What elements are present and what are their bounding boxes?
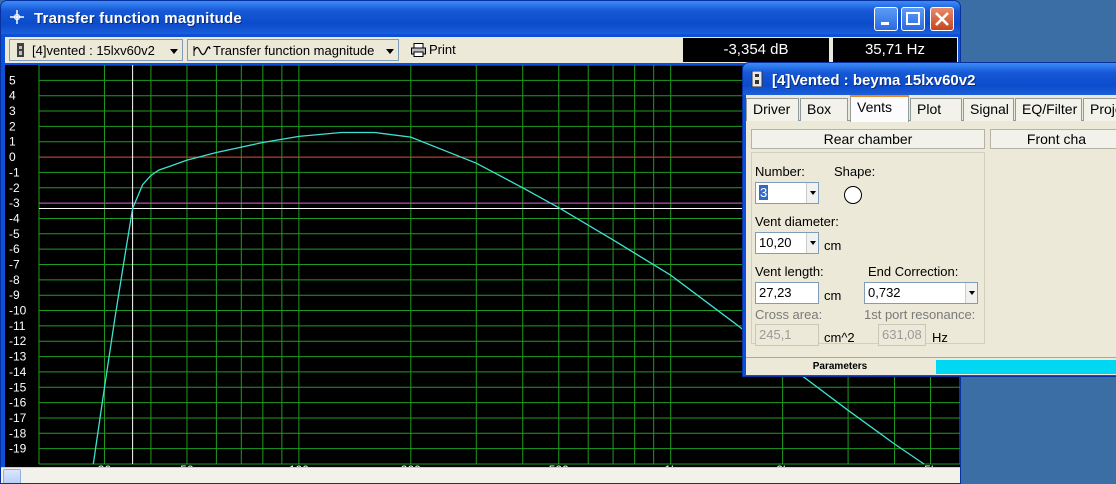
vented-dialog: [4]Vented : beyma 15lxv60v2 Driver Box V… — [742, 62, 1116, 377]
horizontal-scrollbar[interactable] — [1, 467, 960, 483]
y-tick-label: -3 — [9, 196, 20, 210]
tab-vents[interactable]: Vents — [850, 95, 909, 122]
minimize-button[interactable] — [874, 7, 898, 31]
end-correction-label: End Correction: — [868, 264, 959, 279]
speaker-select-value: [4]vented : 15lxv60v2 — [32, 43, 155, 58]
y-tick-label: -15 — [9, 380, 27, 394]
tab-signal[interactable]: Signal — [963, 98, 1014, 121]
tab-plot[interactable]: Plot — [910, 98, 962, 121]
end-correction-value: 0,732 — [868, 285, 901, 300]
chevron-down-icon — [965, 283, 977, 303]
number-select[interactable]: 3 — [755, 182, 819, 204]
dialog-tabs: Driver Box Vents Plot Signal EQ/Filter P… — [746, 95, 1116, 122]
y-tick-label: -4 — [9, 211, 20, 225]
maximize-icon — [906, 12, 920, 25]
cross-area-field: 245,1 — [755, 324, 819, 346]
print-button[interactable]: Print — [409, 39, 469, 61]
y-tick-label: -5 — [9, 227, 20, 241]
dialog-body: Driver Box Vents Plot Signal EQ/Filter P… — [746, 95, 1116, 375]
cross-area-label: Cross area: — [755, 307, 823, 322]
status-label: Parameters — [812, 361, 868, 372]
tab-eq-filter[interactable]: EQ/Filter — [1015, 98, 1082, 121]
y-tick-label: 0 — [9, 150, 16, 164]
port-resonance-field: 631,08 — [878, 324, 926, 346]
toolbar: [4]vented : 15lxv60v2 Transfer function … — [5, 37, 958, 63]
y-tick-label: -10 — [9, 304, 27, 318]
print-label: Print — [429, 42, 456, 57]
hz-readout: 35,71 Hz — [833, 38, 957, 62]
y-tick-label: -14 — [9, 365, 27, 379]
main-window-title: Transfer function magnitude — [34, 10, 242, 27]
end-correction-select[interactable]: 0,732 — [864, 282, 978, 304]
chevron-down-icon — [806, 233, 818, 253]
status-progress-bar — [936, 360, 1116, 374]
minimize-icon — [881, 22, 889, 25]
y-tick-label: 1 — [9, 135, 16, 149]
dialog-status-bar: Parameters — [746, 357, 1116, 375]
vent-length-unit: cm — [824, 288, 842, 303]
y-tick-label: -18 — [9, 426, 27, 440]
chevron-down-icon — [166, 42, 182, 60]
speaker-icon — [17, 43, 24, 57]
rear-chamber-header[interactable]: Rear chamber — [751, 129, 985, 149]
dialog-title: [4]Vented : beyma 15lxv60v2 — [772, 72, 976, 89]
scroll-left-button[interactable] — [3, 469, 21, 483]
y-tick-label: 3 — [9, 104, 16, 118]
chevron-down-icon — [382, 42, 398, 60]
rear-chamber-group: Number: Shape: 3 Vent diameter: 10,20 cm… — [751, 152, 985, 346]
speaker-icon — [751, 71, 763, 87]
port-resonance-label: 1st port resonance: — [864, 307, 976, 322]
y-tick-label: -16 — [9, 396, 27, 410]
tab-box[interactable]: Box — [800, 98, 848, 121]
y-tick-label: -7 — [9, 258, 20, 272]
printer-icon — [411, 43, 426, 57]
y-tick-label: 4 — [9, 89, 16, 103]
vent-diameter-label: Vent diameter: — [755, 214, 839, 229]
main-title-bar[interactable]: Transfer function magnitude — [1, 1, 960, 34]
number-value: 3 — [759, 185, 769, 200]
db-readout: -3,354 dB — [683, 38, 829, 62]
y-tick-label: 2 — [9, 119, 16, 133]
crosshair-icon — [10, 10, 24, 24]
view-select-value: Transfer function magnitude — [213, 43, 375, 58]
y-tick-label: -17 — [9, 411, 27, 425]
y-tick-label: -6 — [9, 242, 20, 256]
y-tick-label: -12 — [9, 334, 27, 348]
y-tick-label: -2 — [9, 181, 20, 195]
y-tick-label: -11 — [9, 319, 26, 333]
vent-diameter-unit: cm — [824, 238, 842, 253]
y-tick-label: 5 — [9, 73, 16, 87]
tab-driver[interactable]: Driver — [746, 98, 799, 121]
front-chamber-header[interactable]: Front cha — [990, 129, 1116, 149]
circle-shape-icon[interactable] — [844, 186, 862, 204]
vent-length-label: Vent length: — [755, 264, 824, 279]
port-resonance-unit: Hz — [932, 330, 948, 345]
vent-diameter-value: 10,20 — [759, 235, 792, 250]
cross-area-unit: cm^2 — [824, 330, 855, 345]
view-select[interactable]: Transfer function magnitude — [187, 39, 399, 61]
close-icon — [935, 12, 949, 26]
vent-diameter-select[interactable]: 10,20 — [755, 232, 819, 254]
tab-project[interactable]: Proje — [1083, 98, 1116, 121]
y-tick-label: -9 — [9, 288, 20, 302]
dialog-title-bar[interactable]: [4]Vented : beyma 15lxv60v2 — [743, 63, 1116, 95]
shape-label: Shape: — [834, 164, 876, 179]
y-tick-label: -19 — [9, 442, 27, 456]
number-label: Number: — [755, 164, 805, 179]
maximize-button[interactable] — [901, 7, 925, 31]
chevron-down-icon — [806, 183, 818, 203]
y-tick-label: -1 — [9, 165, 20, 179]
y-tick-label: -8 — [9, 273, 20, 287]
close-button[interactable] — [930, 7, 954, 31]
y-tick-label: -13 — [9, 350, 27, 364]
sine-wave-icon — [193, 46, 211, 56]
speaker-select[interactable]: [4]vented : 15lxv60v2 — [9, 39, 183, 61]
vent-length-input[interactable]: 27,23 — [755, 282, 819, 304]
